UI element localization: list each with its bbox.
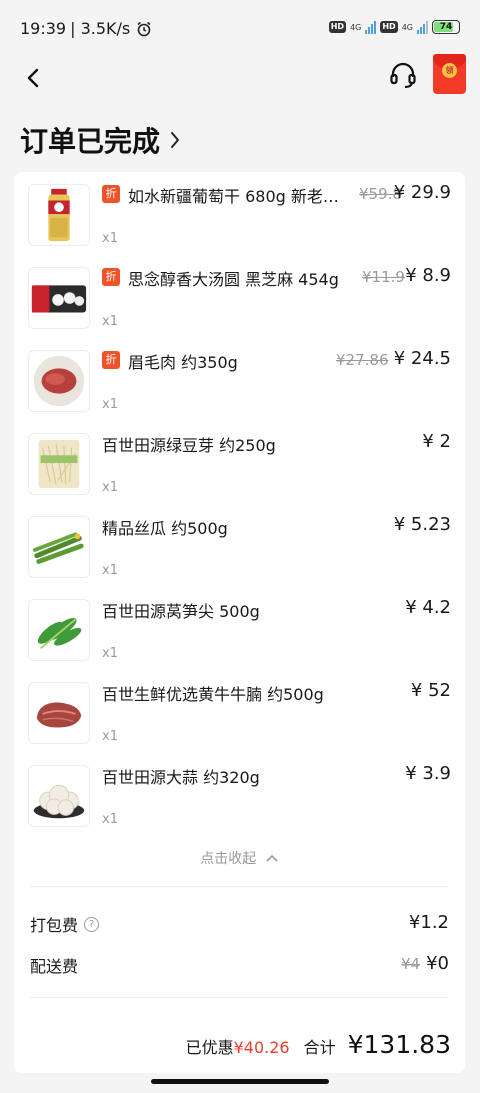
battery-level: 74: [439, 22, 453, 32]
order-item[interactable]: 百世田源绿豆芽 约250g ¥ 2 x1: [14, 421, 465, 504]
red-packet-label: 领: [442, 63, 457, 78]
item-price: ¥ 4.2: [405, 597, 451, 618]
headset-icon: [390, 62, 416, 88]
item-name: 思念醇香大汤圆 黑芝麻 454g: [128, 270, 339, 289]
item-name: 如水新疆葡萄干 680g 新老…: [128, 187, 339, 206]
divider: [30, 997, 449, 998]
total-label: 合计: [303, 1038, 336, 1057]
hd-badge: HD: [328, 21, 347, 33]
collapse-toggle[interactable]: 点击收起: [14, 848, 465, 868]
item-price: ¥ 5.23: [393, 514, 451, 535]
product-thumbnail: [28, 599, 90, 661]
packing-fee-value: ¥1.2: [408, 912, 449, 933]
packing-fee-label-group: 打包费 ?: [30, 912, 100, 936]
status-bar: 19:39 | 3.5K/s HD 4G HD 4G 74: [0, 0, 480, 58]
item-name: 百世田源绿豆芽 约250g: [102, 436, 276, 455]
chevron-right-icon: [171, 132, 180, 148]
packing-fee-label: 打包费: [30, 916, 79, 935]
packing-fee-value-group: ¥1.2: [409, 912, 449, 933]
nav-bar: 领: [0, 54, 480, 100]
item-name: 百世生鲜优选黄牛牛腩 约500g: [102, 685, 324, 704]
item-price: ¥ 29.9: [393, 182, 451, 203]
chevron-left-icon: [27, 68, 39, 88]
signal-icon: [417, 20, 428, 34]
item-name: 精品丝瓜 约500g: [102, 519, 228, 538]
status-left: 19:39 | 3.5K/s: [20, 19, 152, 38]
item-name: 百世田源大蒜 约320g: [102, 768, 260, 787]
order-card: 折 如水新疆葡萄干 680g 新老… ¥59.8 ¥ 29.9 x1 折 思念醇…: [14, 172, 465, 1073]
item-name: 眉毛肉 约350g: [128, 353, 238, 372]
item-price: ¥ 3.9: [405, 763, 451, 784]
chevron-up-icon: [266, 854, 278, 862]
product-thumbnail: [28, 267, 90, 329]
delivery-fee-value: ¥0: [426, 953, 449, 974]
product-thumbnail: [28, 184, 90, 246]
original-price: ¥11.9: [362, 268, 405, 286]
item-quantity: x1: [102, 314, 118, 329]
network-type: 4G: [401, 22, 413, 32]
discount-badge: 折: [102, 185, 120, 203]
saved-label: 已优惠: [185, 1038, 234, 1057]
item-quantity: x1: [102, 563, 118, 578]
item-price: ¥ 52: [410, 680, 451, 701]
order-item[interactable]: 折 眉毛肉 约350g ¥27.86 ¥ 24.5 x1: [14, 338, 465, 421]
delivery-fee-label-group: 配送费: [30, 953, 78, 977]
item-name: 百世田源莴笋尖 500g: [102, 602, 260, 621]
item-quantity: x1: [102, 231, 118, 246]
product-thumbnail: [28, 516, 90, 578]
help-icon[interactable]: ?: [84, 916, 100, 932]
order-item[interactable]: 精品丝瓜 约500g ¥ 5.23 x1: [14, 504, 465, 587]
net-speed: | 3.5K/s: [70, 19, 131, 38]
saved-value: ¥40.26: [233, 1038, 290, 1057]
order-status-link[interactable]: 订单已完成: [20, 120, 182, 160]
item-price: ¥ 8.9: [405, 265, 451, 286]
item-quantity: x1: [102, 646, 118, 661]
discount-badge: 折: [102, 268, 120, 286]
order-item[interactable]: 百世田源莴笋尖 500g ¥ 4.2 x1: [14, 587, 465, 670]
discount-badge: 折: [102, 351, 120, 369]
back-button[interactable]: [20, 62, 48, 94]
order-summary: 已优惠 ¥40.26 合计 ¥131.83: [186, 1030, 451, 1059]
item-quantity: x1: [102, 812, 118, 827]
delivery-fee-label: 配送费: [30, 957, 79, 976]
item-quantity: x1: [102, 397, 118, 412]
item-price: ¥ 2: [422, 431, 451, 452]
collapse-label: 点击收起: [200, 851, 257, 867]
status-right: HD 4G HD 4G 74: [328, 20, 460, 34]
original-price: ¥27.86: [336, 351, 389, 369]
product-thumbnail: [28, 765, 90, 827]
order-item[interactable]: 折 如水新疆葡萄干 680g 新老… ¥59.8 ¥ 29.9 x1: [14, 172, 465, 255]
status-time: 19:39: [20, 19, 67, 38]
home-indicator[interactable]: [151, 1079, 329, 1084]
delivery-fee-row: 配送费 ¥4 ¥0: [30, 953, 449, 979]
alarm-icon: [137, 21, 151, 36]
item-price: ¥ 24.5: [393, 348, 451, 369]
network-type: 4G: [350, 22, 362, 32]
signal-icon: [365, 20, 377, 34]
order-status-title: 订单已完成: [20, 125, 161, 158]
item-quantity: x1: [102, 729, 118, 744]
order-item[interactable]: 百世生鲜优选黄牛牛腩 约500g ¥ 52 x1: [14, 670, 465, 753]
product-thumbnail: [28, 350, 90, 412]
delivery-fee-original: ¥4: [401, 955, 421, 973]
product-thumbnail: [28, 433, 90, 495]
total-value: ¥131.83: [347, 1030, 451, 1059]
red-packet-button[interactable]: 领: [433, 54, 466, 94]
order-item[interactable]: 百世田源大蒜 约320g ¥ 3.9 x1: [14, 753, 465, 836]
delivery-fee-value-group: ¥4 ¥0: [401, 953, 449, 974]
hd-badge: HD: [380, 21, 398, 33]
battery-icon: 74: [432, 20, 460, 34]
order-item[interactable]: 折 思念醇香大汤圆 黑芝麻 454g ¥11.9 ¥ 8.9 x1: [14, 255, 465, 338]
divider: [30, 886, 449, 887]
item-quantity: x1: [102, 480, 118, 495]
packing-fee-row: 打包费 ? ¥1.2: [30, 912, 449, 938]
customer-service-button[interactable]: [388, 60, 418, 90]
product-thumbnail: [28, 682, 90, 744]
